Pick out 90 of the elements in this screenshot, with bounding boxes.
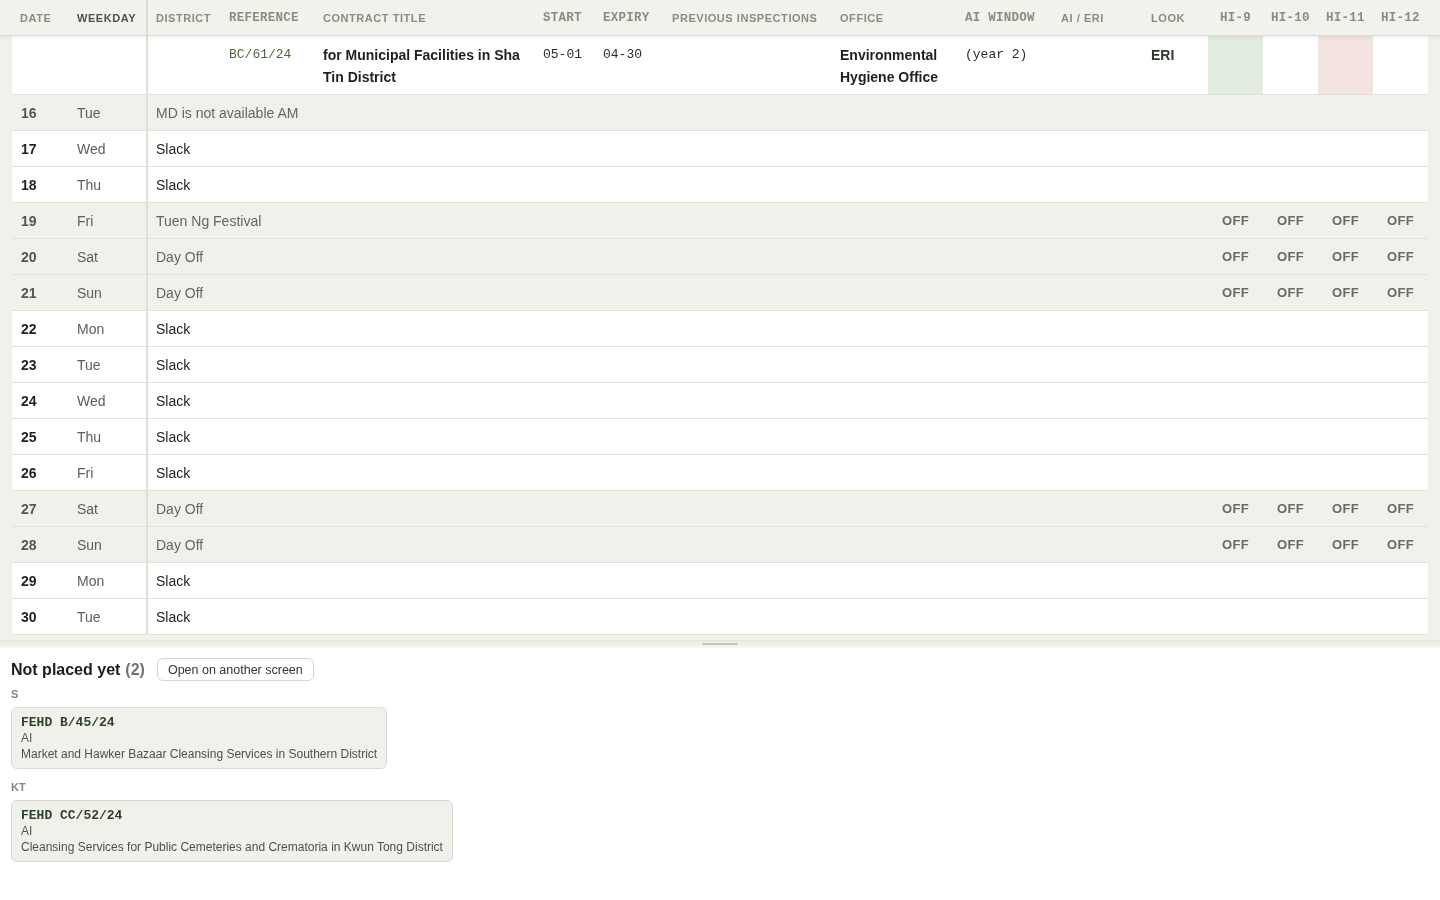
date-cell-text: 20 <box>20 247 38 267</box>
date-cell-text: 30 <box>20 607 38 627</box>
weekday-cell-text: Sat <box>76 247 99 267</box>
weekday-cell-text: Sun <box>76 283 103 303</box>
contract-title: Market and Hawker Bazaar Cleansing Services in Southern District <box>21 746 378 762</box>
column-header[interactable]: HI-11 <box>1318 0 1373 35</box>
date-cell-text: 21 <box>20 283 38 303</box>
date-cell-text: 16 <box>20 103 38 123</box>
off-label: OFF <box>1220 212 1251 230</box>
date-cell-text: 17 <box>20 139 38 159</box>
office-cell-text: Environmental Hygiene Office <box>839 46 940 87</box>
date-cell-text: 27 <box>20 499 38 519</box>
off-label: OFF <box>1385 284 1416 302</box>
open-screen-button[interactable]: Open on another screen <box>156 658 314 681</box>
weekday-cell-text: Tue <box>76 103 102 123</box>
contract-title: Cleansing Services for Public Cemeteries and Crematoria in Kwun Tong District <box>21 839 443 855</box>
off-label: OFF <box>1385 248 1416 266</box>
column-header[interactable]: AI WINDOW <box>957 0 1053 35</box>
date-cell-text: 23 <box>20 355 38 375</box>
column-header[interactable]: AI / ERI <box>1053 0 1143 35</box>
inspection-cell[interactable] <box>1318 36 1373 94</box>
date-cell-text: 22 <box>20 319 38 339</box>
off-label: OFF <box>1220 248 1251 266</box>
weekday-cell-text: Thu <box>76 175 103 195</box>
look-cell-text: ERI <box>1150 46 1176 65</box>
inspection-type-label: AI <box>21 824 34 839</box>
column-header[interactable]: REFERENCE <box>221 0 315 35</box>
weekday-cell-text: Fri <box>76 463 95 483</box>
weekday-cell-text: Fri <box>76 211 95 231</box>
column-header[interactable]: OFFICE <box>832 0 957 35</box>
inspection-cell[interactable] <box>1208 36 1263 94</box>
column-header[interactable]: HI-12 <box>1373 0 1428 35</box>
contract-card[interactable]: FEHD CC/52/24 AI Cleansing Services for Public Cemeteries and Crematoria in Kwun Tong District <box>11 800 453 862</box>
column-header[interactable]: EXPIRY <box>595 0 664 35</box>
off-label: OFF <box>1330 500 1361 518</box>
off-label: OFF <box>1275 212 1306 230</box>
off-label: OFF <box>1275 500 1306 518</box>
off-label: OFF <box>1275 248 1306 266</box>
column-header[interactable]: DATE <box>12 0 69 35</box>
date-cell-text: 28 <box>20 535 38 555</box>
weekday-cell-text: Tue <box>76 355 102 375</box>
weekday-cell-text: Sun <box>76 535 103 555</box>
off-label: OFF <box>1330 284 1361 302</box>
expiry-date-cell-text: 04-30 <box>602 46 643 64</box>
weekday-cell-text: Thu <box>76 427 103 447</box>
date-cell-text: 24 <box>20 391 38 411</box>
off-label: OFF <box>1220 536 1251 554</box>
column-header[interactable]: PREVIOUS INSPECTIONS <box>664 0 832 35</box>
title-cell-text: for Municipal Facilities in Sha Tin District <box>322 46 521 87</box>
column-header[interactable]: HI-10 <box>1263 0 1318 35</box>
off-label: OFF <box>1275 284 1306 302</box>
column-header[interactable]: HI-9 <box>1208 0 1263 35</box>
column-header[interactable]: WEEKDAY <box>69 0 146 35</box>
start-date-cell-text: 05-01 <box>542 46 583 64</box>
contract-card[interactable]: FEHD B/45/24 AI Market and Hawker Bazaar Cleansing Services in Southern District <box>11 707 388 769</box>
date-cell-text: 26 <box>20 463 38 483</box>
weekday-cell-text: Mon <box>76 319 106 339</box>
date-cell-text: 18 <box>20 175 38 195</box>
note-cell: Slack <box>146 599 1208 634</box>
weekday-cell-text: Wed <box>76 139 107 159</box>
off-label: OFF <box>1330 212 1361 230</box>
date-cell-text: 29 <box>20 571 38 591</box>
off-label: OFF <box>1275 536 1306 554</box>
resize-handle[interactable] <box>702 643 738 645</box>
off-label: OFF <box>1220 284 1251 302</box>
inspection-type-label: AI <box>21 731 34 746</box>
weekday-cell-text: Mon <box>76 571 106 591</box>
off-label: OFF <box>1385 500 1416 518</box>
unplaced-count: (2) <box>125 660 145 679</box>
weekday-cell-text: Wed <box>76 391 107 411</box>
reference-label: FEHD B/45/24 <box>21 714 116 731</box>
date-cell-text: 25 <box>20 427 38 447</box>
off-label: OFF <box>1330 248 1361 266</box>
ai-window-cell-text: (year 2) <box>964 46 1029 64</box>
district-label: S <box>11 688 19 701</box>
off-label: OFF <box>1330 536 1361 554</box>
date-cell-text: 19 <box>20 211 38 231</box>
district-label: KT <box>11 781 26 794</box>
off-label: OFF <box>1220 500 1251 518</box>
column-header[interactable]: CONTRACT TITLE <box>315 0 535 35</box>
weekday-cell-text: Tue <box>76 607 102 627</box>
weekday-cell-text: Sat <box>76 499 99 519</box>
reference-cell-text: BC/61/24 <box>228 46 293 64</box>
off-label: OFF <box>1385 212 1416 230</box>
panel-title: Not placed yet <box>11 660 121 679</box>
contract-row[interactable]: BC/61/24 for Municipal Facilities in Sha Tin District 05-01 04-30 Environmental Hygiene Office (year 2) ERI <box>12 36 1428 95</box>
off-label: OFF <box>1385 536 1416 554</box>
column-header[interactable]: LOOK <box>1143 0 1208 35</box>
reference-label: FEHD CC/52/24 <box>21 807 124 824</box>
column-header[interactable]: START <box>535 0 595 35</box>
